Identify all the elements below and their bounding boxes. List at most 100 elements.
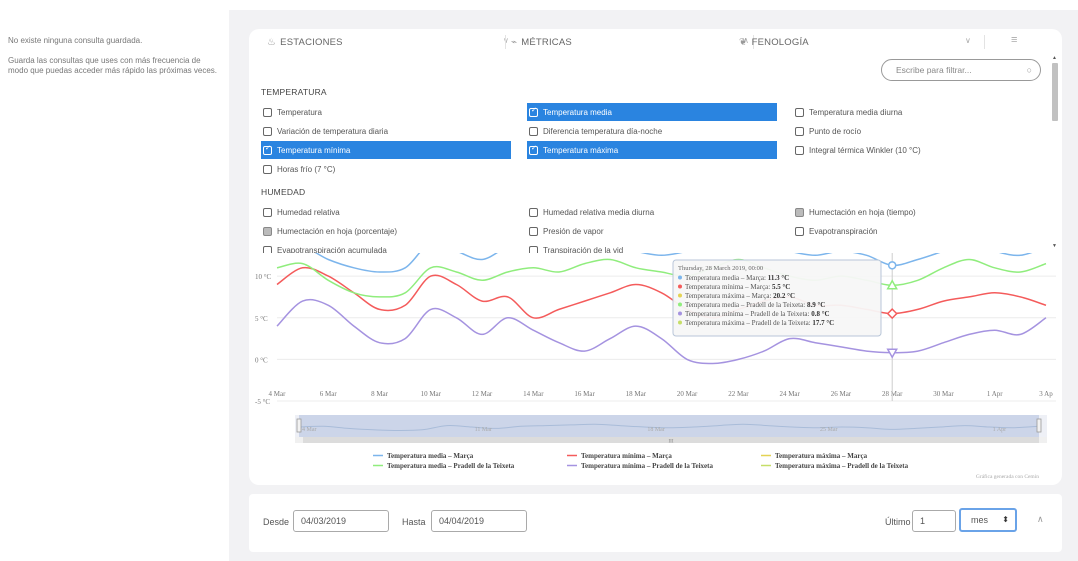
tooltip-series-dot <box>678 293 682 298</box>
chevron-down-icon: ∨ <box>964 36 971 45</box>
tooltip-row: Temperatura mínima – Pradell de la Teixe… <box>685 310 830 318</box>
x-tick-label: 8 Mar <box>371 390 389 398</box>
navigator-tick-label: 4 Mar <box>302 427 317 433</box>
x-tick-label: 30 Mar <box>933 390 954 398</box>
tooltip-series-dot <box>678 284 682 289</box>
query-card: ♨ ESTACIONES ∨ ⌁ MÉTRICAS ∧ ❦ FENOLOGÍA … <box>249 29 1062 485</box>
x-tick-label: 18 Mar <box>626 390 647 398</box>
x-tick-label: 24 Mar <box>779 390 800 398</box>
scroll-down-arrow-icon[interactable]: ▼ <box>1052 243 1057 249</box>
metric-option[interactable]: Integral térmica Winkler (10 °C) <box>793 141 1043 159</box>
tooltip-series-dot <box>678 275 682 280</box>
legend-item: Temperatura máxima – Pradell de la Teixe… <box>775 462 909 470</box>
checkbox[interactable] <box>263 226 272 236</box>
metrics-scrollbar[interactable]: ▲ ▼ <box>1051 55 1059 253</box>
metric-option-label: Temperatura media diurna <box>809 107 903 117</box>
navigator-left-handle[interactable] <box>296 418 302 433</box>
metric-option[interactable]: Humectación en hoja (porcentaje) <box>261 222 511 240</box>
navigator-selection[interactable] <box>299 415 1039 437</box>
tooltip-series-dot <box>678 302 682 307</box>
hamburger-menu-icon[interactable]: ≡ <box>1011 34 1017 46</box>
x-tick-label: 6 Mar <box>320 390 338 398</box>
to-date-input[interactable]: 04/04/2019 <box>431 510 527 532</box>
checkbox[interactable] <box>529 245 538 253</box>
metric-filter-input[interactable]: Escribe para filtrar... ○ <box>881 59 1041 81</box>
metric-option[interactable]: Diferencia temperatura día-noche <box>527 122 777 140</box>
series-line-1 <box>314 253 1033 273</box>
metric-option-label: Humectación en hoja (tiempo) <box>809 207 916 217</box>
metric-option[interactable]: Temperatura media diurna <box>793 103 1043 121</box>
x-tick-label: 1 Apr <box>987 390 1003 398</box>
metric-option[interactable]: Presión de vapor <box>527 222 777 240</box>
metric-option[interactable]: Humedad relativa <box>261 203 511 221</box>
tooltip-row: Temperatura máxima – Pradell de la Teixe… <box>685 319 834 327</box>
metric-option-label: Punto de rocío <box>809 126 862 136</box>
hover-marker[interactable] <box>887 261 897 270</box>
tab-separator <box>505 35 506 49</box>
metric-option[interactable]: Variación de temperatura diaria <box>261 122 511 140</box>
temperature-chart[interactable]: 10 °C5 °C0 °C-5 °C4 Mar 6 Mar 8 Mar 10 Mar 1… <box>249 253 1062 485</box>
metric-option[interactable]: Evapotranspiración acumulada <box>261 241 511 253</box>
metric-option[interactable]: Evapotranspiración <box>793 222 1043 240</box>
last-count-input[interactable]: 1 <box>912 510 956 532</box>
navigator-right-handle[interactable] <box>1036 418 1042 433</box>
x-tick-label: 16 Mar <box>574 390 595 398</box>
x-tick-label: 22 Mar <box>728 390 749 398</box>
tooltip-series-dot <box>678 320 682 325</box>
metric-option[interactable]: Horas frío (7 °C) <box>261 160 511 178</box>
checkbox[interactable] <box>263 126 272 136</box>
checkbox[interactable] <box>263 164 272 174</box>
period-unit-select[interactable]: mes ⬍ <box>959 508 1017 532</box>
tab-estaciones[interactable]: ♨ ESTACIONES ∨ <box>267 29 519 55</box>
checkbox[interactable] <box>529 126 538 136</box>
collapse-chevron-icon[interactable]: ∧ <box>1037 514 1044 525</box>
tooltip-row: Temperatura máxima – Marça: 20.2 °C <box>685 292 795 300</box>
metric-option[interactable]: Temperatura mínima <box>261 141 511 159</box>
metric-option[interactable]: Temperatura <box>261 103 511 121</box>
x-tick-label: 3 Ap <box>1039 390 1053 398</box>
x-tick-label: 14 Mar <box>523 390 544 398</box>
legend-item: Temperatura mínima – Pradell de la Teixe… <box>581 462 713 470</box>
series-line-2 <box>276 266 1047 319</box>
x-tick-label: 4 Mar <box>269 390 287 398</box>
metric-option[interactable]: Temperatura media <box>527 103 777 121</box>
checkbox[interactable] <box>795 226 804 236</box>
hover-marker[interactable] <box>886 308 898 320</box>
checkbox[interactable] <box>795 126 804 136</box>
metric-option-label: Integral térmica Winkler (10 °C) <box>809 145 921 155</box>
checkbox[interactable] <box>795 107 804 117</box>
metric-option-label: Temperatura máxima <box>543 145 619 155</box>
tooltip-series-dot <box>678 311 682 316</box>
checkbox[interactable] <box>263 144 272 155</box>
scrollbar-thumb[interactable] <box>1052 63 1058 121</box>
navigator-tick-label: 1 Apr <box>993 427 1007 433</box>
tab-metricas[interactable]: ⌁ MÉTRICAS ∧ <box>511 29 759 55</box>
checkbox[interactable] <box>529 106 538 117</box>
checkbox[interactable] <box>795 207 804 217</box>
checkbox[interactable] <box>263 207 272 217</box>
tab-label: MÉTRICAS <box>521 36 572 48</box>
checkbox[interactable] <box>263 107 272 117</box>
metric-option[interactable]: Humectación en hoja (tiempo) <box>793 203 1043 221</box>
metric-option-label: Presión de vapor <box>543 226 604 236</box>
station-icon: ♨ <box>267 36 277 48</box>
metric-option[interactable]: Humedad relativa media diurna <box>527 203 777 221</box>
from-date-input[interactable]: 04/03/2019 <box>293 510 389 532</box>
tooltip-row: Temperatura mínima – Marça: 5.5 °C <box>685 283 790 291</box>
metric-option[interactable]: Transpiración de la vid <box>527 241 777 253</box>
to-label: Hasta <box>402 517 426 527</box>
metric-option-label: Temperatura <box>277 107 322 117</box>
checkbox[interactable] <box>529 226 538 236</box>
checkbox[interactable] <box>529 207 538 217</box>
metric-option[interactable]: Temperatura máxima <box>527 141 777 159</box>
checkbox[interactable] <box>795 145 804 155</box>
navigator-scrollbar-grip: III <box>669 440 674 445</box>
checkbox[interactable] <box>263 245 272 253</box>
last-label: Último <box>885 517 911 527</box>
tooltip-row: Temperatura media – Pradell de la Teixet… <box>685 301 825 309</box>
metric-option[interactable]: Punto de rocío <box>793 122 1043 140</box>
tab-bar: ♨ ESTACIONES ∨ ⌁ MÉTRICAS ∧ ❦ FENOLOGÍA … <box>249 29 1062 55</box>
checkbox[interactable] <box>529 144 538 155</box>
tab-fenologia[interactable]: ❦ FENOLOGÍA ∨ <box>739 29 981 55</box>
scroll-up-arrow-icon[interactable]: ▲ <box>1052 55 1057 61</box>
